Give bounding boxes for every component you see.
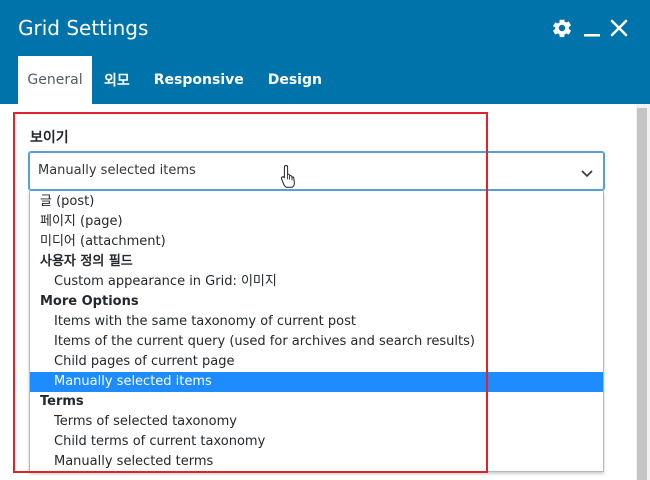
group-custom-fields: 사용자 정의 필드 [40, 254, 133, 269]
option-attachment[interactable]: 미디어 (attachment) [30, 232, 603, 252]
panel-header: Grid Settings General 외모 Responsive Desi… [0, 0, 650, 104]
group-more-options: More Options [40, 294, 139, 309]
chevron-down-icon [580, 165, 594, 179]
display-select[interactable]: Manually selected items [28, 151, 605, 191]
group-terms: Terms [40, 394, 84, 409]
option-child-pages[interactable]: Child pages of current page [30, 352, 603, 372]
option-page[interactable]: 페이지 (page) [30, 212, 603, 232]
option-current-query[interactable]: Items of the current query (used for arc… [30, 332, 603, 352]
option-same-taxonomy[interactable]: Items with the same taxonomy of current … [30, 312, 603, 332]
scrollbar-thumb[interactable] [637, 108, 647, 480]
hand-pointer-icon [280, 164, 298, 188]
option-terms-selected-taxonomy[interactable]: Terms of selected taxonomy [30, 412, 603, 432]
display-select-value: Manually selected items [38, 163, 196, 178]
tab-general[interactable]: General [18, 56, 92, 104]
tab-appearance[interactable]: 외모 [92, 56, 142, 104]
option-manually-selected-terms[interactable]: Manually selected terms [30, 452, 603, 471]
close-icon[interactable] [608, 16, 630, 40]
display-field-label: 보이기 [30, 130, 69, 146]
option-child-terms[interactable]: Child terms of current taxonomy [30, 432, 603, 452]
tab-bar: General 외모 Responsive Design [18, 56, 334, 104]
tab-design[interactable]: Design [256, 56, 334, 104]
panel-title: Grid Settings [18, 16, 149, 40]
option-post[interactable]: 글 (post) [30, 192, 603, 212]
display-options-list: 글 (post) 페이지 (page) 미디어 (attachment) 사용자… [29, 191, 604, 472]
option-manually-selected-items[interactable]: Manually selected items [30, 372, 603, 392]
option-custom-appearance[interactable]: Custom appearance in Grid: 이미지 [30, 272, 603, 292]
minimize-icon[interactable] [581, 16, 603, 40]
tab-responsive[interactable]: Responsive [142, 56, 256, 104]
gear-icon[interactable] [551, 16, 573, 40]
